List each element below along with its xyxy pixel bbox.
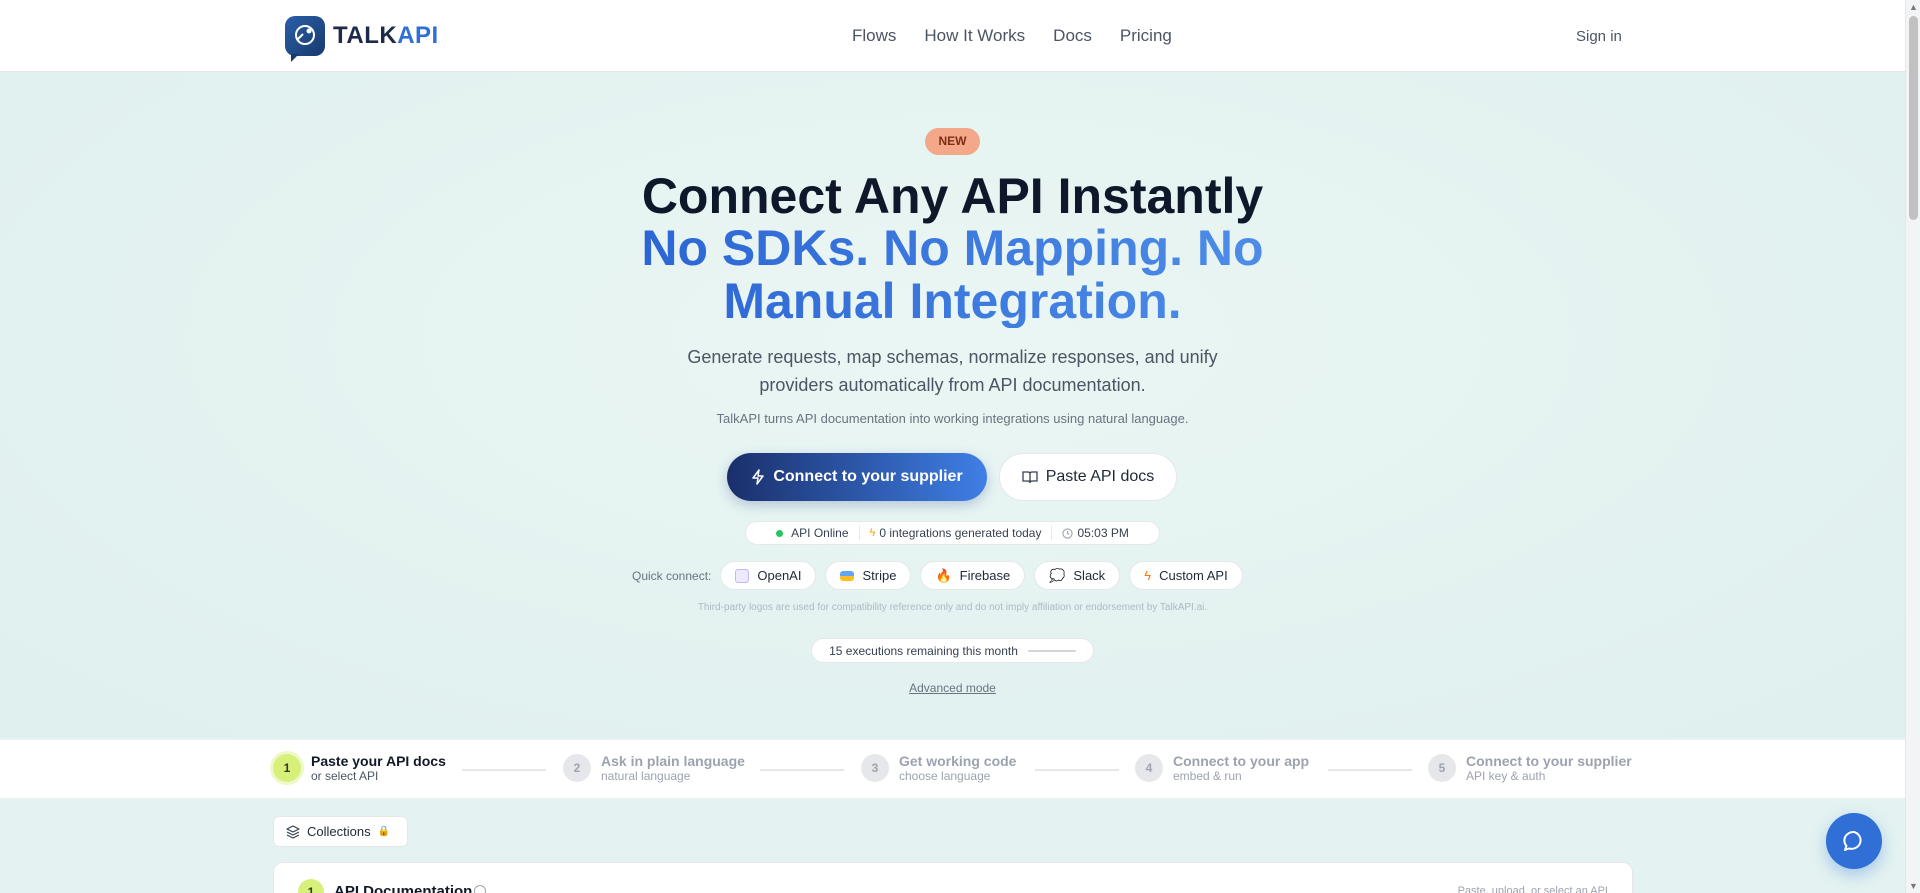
new-badge: NEW xyxy=(925,128,980,155)
step-title: Ask in plain language xyxy=(601,753,745,769)
step-2[interactable]: 2 Ask in plain language natural language xyxy=(563,753,745,783)
card-step-number: 1 xyxy=(298,879,324,893)
nav-link-how-it-works[interactable]: How It Works xyxy=(924,26,1025,46)
step-title: Connect to your supplier xyxy=(1466,753,1632,769)
lightning-icon xyxy=(752,469,765,485)
step-3[interactable]: 3 Get working code choose language xyxy=(861,753,1016,783)
status-bar: API Online ϟ 0 integrations generated to… xyxy=(745,521,1160,545)
nav-link-pricing[interactable]: Pricing xyxy=(1120,26,1172,46)
step-number: 2 xyxy=(563,754,591,782)
hero-subtitle: Generate requests, map schemas, normaliz… xyxy=(687,347,1218,395)
divider xyxy=(858,526,860,540)
step-number: 3 xyxy=(861,754,889,782)
integrations-count: ϟ 0 integrations generated today xyxy=(869,526,1042,540)
scroll-down-icon[interactable]: ▼ xyxy=(1908,881,1919,891)
card-hint: Paste, upload, or select an API xyxy=(1457,885,1608,893)
quick-connect-firebase[interactable]: 🔥 Firebase xyxy=(920,561,1026,590)
step-connector xyxy=(1328,769,1412,771)
step-5[interactable]: 5 Connect to your supplier API key & aut… xyxy=(1428,753,1632,783)
connect-supplier-label: Connect to your supplier xyxy=(773,468,963,485)
step-1[interactable]: 1 Paste your API docs or select API xyxy=(273,753,446,783)
openai-icon xyxy=(735,568,750,583)
api-status: API Online xyxy=(776,526,849,540)
divider xyxy=(1051,526,1053,540)
quick-connect-slack[interactable]: 💭 Slack xyxy=(1034,561,1121,590)
api-documentation-card: 1 API Documentation Paste, upload, or se… xyxy=(273,862,1633,893)
hero-title: Connect Any API Instantly xyxy=(641,168,1264,224)
paste-api-docs-button[interactable]: Paste API docs xyxy=(999,453,1177,501)
step-title: Paste your API docs xyxy=(311,753,446,769)
book-icon xyxy=(1022,471,1038,484)
layers-icon xyxy=(286,824,300,839)
hero-tagline: TalkAPI turns API documentation into wor… xyxy=(716,411,1189,426)
speech-bubble-icon: 💭 xyxy=(1049,567,1066,583)
main-nav: Flows How It Works Docs Pricing xyxy=(852,26,1172,46)
step-subtitle: choose language xyxy=(899,769,991,783)
logo-icon xyxy=(285,16,325,62)
advanced-mode-link[interactable]: Advanced mode xyxy=(880,681,1025,695)
executions-progress-bar xyxy=(1027,649,1076,652)
nav-link-docs[interactable]: Docs xyxy=(1053,26,1092,46)
card-title: API Documentation xyxy=(334,883,473,893)
chat-button[interactable] xyxy=(1826,813,1882,869)
lightning-icon: ϟ xyxy=(1144,568,1152,583)
quick-connect-stripe[interactable]: Stripe xyxy=(825,561,912,590)
fire-icon: 🔥 xyxy=(935,567,952,583)
step-connector xyxy=(760,769,844,771)
clock-icon xyxy=(1062,527,1074,539)
step-subtitle: embed & run xyxy=(1173,769,1242,783)
online-dot-icon xyxy=(776,529,784,537)
page-scrollbar[interactable]: ▲ ▼ xyxy=(1905,0,1920,893)
step-subtitle: natural language xyxy=(601,769,691,783)
step-number: 4 xyxy=(1135,754,1163,782)
step-connector xyxy=(462,769,546,771)
step-number: 1 xyxy=(273,754,301,782)
step-subtitle: or select API xyxy=(311,769,379,783)
lock-icon: 🔒 xyxy=(377,826,391,837)
quick-connect-custom-api[interactable]: ϟ Custom API xyxy=(1129,561,1243,590)
executions-remaining: 15 executions remaining this month xyxy=(811,638,1094,663)
brand-name: TALKAPI xyxy=(333,22,439,49)
info-icon[interactable] xyxy=(474,885,486,893)
quick-connect-row: Quick connect: OpenAI Stripe 🔥 Firebase … xyxy=(632,561,1243,590)
top-navbar: TALKAPI Flows How It Works Docs Pricing … xyxy=(0,0,1905,72)
current-time: 05:03 PM xyxy=(1062,526,1129,540)
hero-title-accent: No SDKs. No Mapping. No Manual Integrati… xyxy=(600,222,1305,328)
step-title: Connect to your app xyxy=(1173,753,1310,769)
step-subtitle: API key & auth xyxy=(1466,769,1546,783)
brand-logo[interactable]: TALKAPI xyxy=(285,16,439,62)
quick-connect-openai[interactable]: OpenAI xyxy=(720,561,817,590)
chat-bubble-icon xyxy=(1843,831,1862,851)
scroll-thumb[interactable] xyxy=(1909,16,1918,220)
quick-connect-label: Quick connect: xyxy=(632,568,712,583)
paste-api-docs-label: Paste API docs xyxy=(1045,468,1155,485)
collections-button[interactable]: Collections 🔒 xyxy=(273,816,408,847)
connect-supplier-button[interactable]: Connect to your supplier xyxy=(727,453,987,501)
lightning-small-icon: ϟ xyxy=(869,527,876,539)
step-number: 5 xyxy=(1428,754,1456,782)
stripe-icon xyxy=(840,570,855,581)
sign-in-link[interactable]: Sign in xyxy=(1576,28,1622,45)
nav-link-flows[interactable]: Flows xyxy=(852,26,896,46)
steps-bar: 1 Paste your API docs or select API 2 As… xyxy=(0,739,1905,799)
step-4[interactable]: 4 Connect to your app embed & run xyxy=(1135,753,1309,783)
scroll-up-icon[interactable]: ▲ xyxy=(1908,2,1919,12)
logo-disclaimer: Third-party logos are used for compatibi… xyxy=(697,602,1208,613)
step-title: Get working code xyxy=(899,753,1017,769)
step-connector xyxy=(1035,769,1119,771)
